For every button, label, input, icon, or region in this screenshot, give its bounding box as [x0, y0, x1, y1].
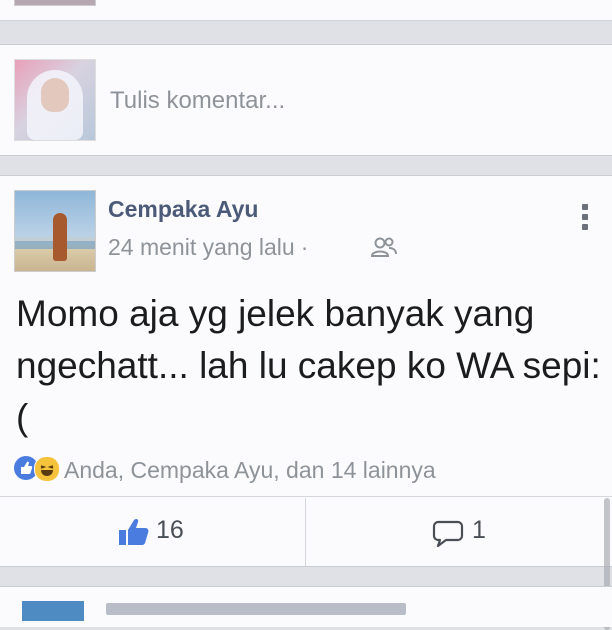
- haha-reaction-icon: [34, 456, 60, 482]
- comment-button[interactable]: 1: [432, 514, 512, 550]
- post-text: Momo aja yg jelek banyak yang ngechatt..…: [16, 293, 601, 438]
- next-post-author: [106, 603, 406, 615]
- previous-post-card: [0, 0, 612, 21]
- like-count: 16: [156, 516, 184, 544]
- reaction-summary[interactable]: Anda, Cempaka Ayu, dan 14 lainnya: [64, 457, 436, 484]
- thumbs-up-icon: [119, 518, 149, 545]
- actions-vertical-divider: [305, 498, 306, 566]
- comment-composer[interactable]: Tulis komentar...: [0, 44, 612, 156]
- next-post-card: [0, 586, 612, 627]
- post-card: Cempaka Ayu 24 menit yang lalu · Momo aja…: [0, 175, 612, 630]
- author-name[interactable]: Cempaka Ayu: [108, 196, 258, 223]
- meta-separator: ·: [300, 234, 309, 260]
- next-post-avatar: [22, 601, 84, 621]
- like-button[interactable]: 16: [118, 514, 218, 550]
- current-user-avatar: [14, 59, 96, 141]
- previous-post-image: [14, 0, 96, 6]
- actions-divider: [0, 496, 612, 497]
- friends-icon: [370, 237, 397, 257]
- post-time: 24 menit yang lalu: [108, 234, 295, 260]
- comment-bubble-icon: [432, 520, 464, 548]
- comment-input[interactable]: Tulis komentar...: [110, 87, 285, 115]
- author-avatar[interactable]: [14, 190, 96, 272]
- post-timestamp: 24 menit yang lalu ·: [108, 234, 314, 261]
- more-options-icon[interactable]: [578, 204, 592, 236]
- comment-count: 1: [472, 516, 486, 544]
